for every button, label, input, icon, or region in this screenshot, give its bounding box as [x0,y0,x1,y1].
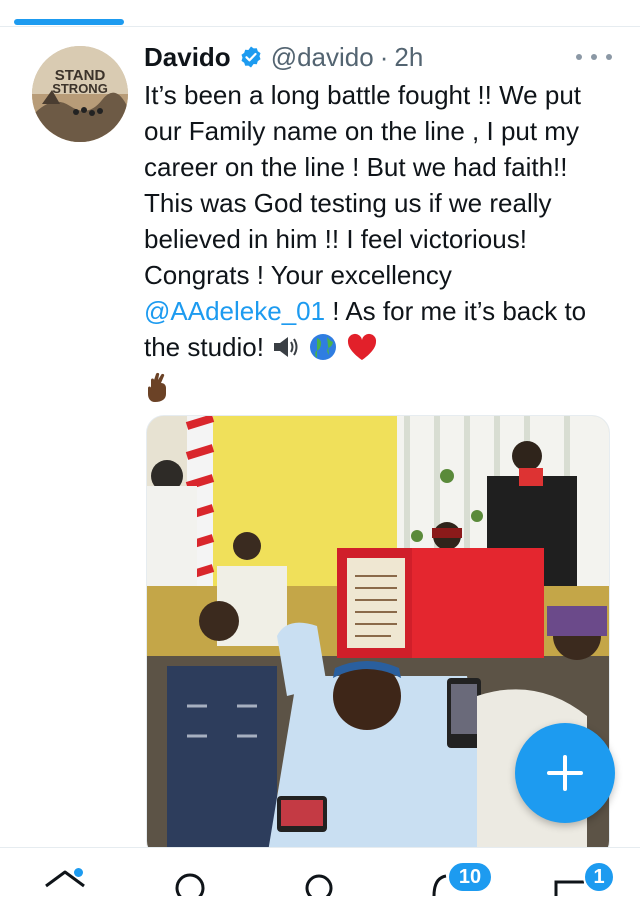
bottom-nav: 10 1 [0,847,640,901]
avatar[interactable]: STAND STRONG [32,46,128,142]
home-new-indicator [74,868,83,877]
messages-badge: 1 [583,861,615,893]
crossed-fingers-icon [144,372,174,413]
avatar-text-strong: STRONG [52,81,108,96]
notifications-badge: 10 [447,861,493,893]
verified-badge-icon [239,45,263,69]
speaker-icon [271,332,301,371]
tweet-text: It’s been a long battle fought !! We put… [144,77,614,413]
compose-tweet-button[interactable] [515,723,615,823]
tweet-text-part1: It’s been a long battle fought !! We put… [144,80,582,290]
red-heart-icon [346,332,378,371]
spaces-icon[interactable] [294,866,344,901]
separator-dot: · [379,41,389,72]
active-tab-indicator [14,19,124,25]
author-name[interactable]: Davido [144,42,231,73]
search-icon[interactable] [166,866,216,901]
globe-icon [308,332,338,371]
author-handle[interactable]: @davido [271,42,374,73]
timestamp[interactable]: 2h [394,42,423,73]
tweet-header: Davido @davido · 2h [144,37,614,77]
tweet-body: Davido @davido · 2h It’s been a long bat… [144,37,614,413]
mention-link[interactable]: @AAdeleke_01 [144,296,325,326]
more-options-icon[interactable] [576,45,612,69]
plus-icon [547,755,583,791]
